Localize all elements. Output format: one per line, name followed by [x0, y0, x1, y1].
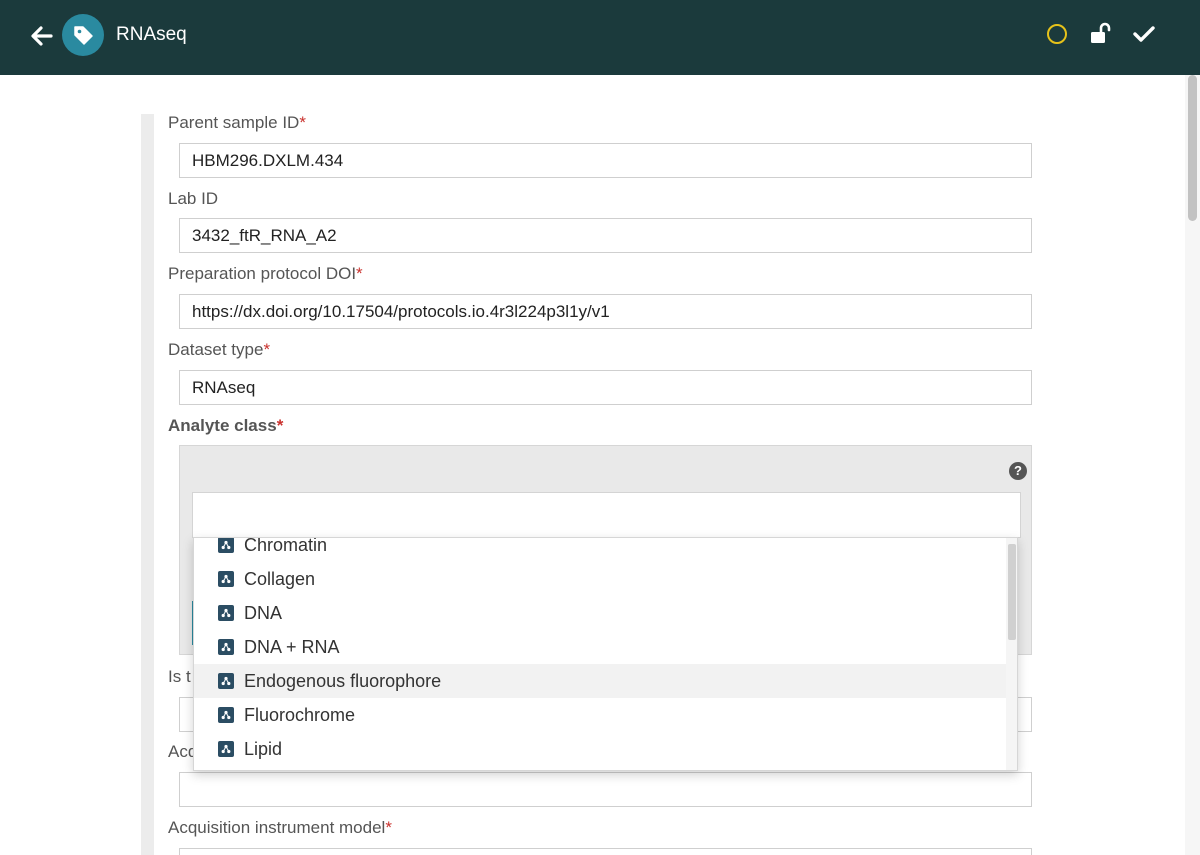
entity-type-badge — [62, 14, 104, 56]
analyte-class-option-list: Chromatin Collagen DNA DNA + RNA Endogenous … — [194, 537, 1006, 766]
analyte-class-option-label: DNA + RNA — [244, 636, 340, 657]
top-bar: RNAseq — [0, 0, 1200, 75]
question-circle-icon[interactable]: ? — [1009, 462, 1027, 480]
molecule-icon — [218, 605, 234, 621]
save-button[interactable] — [1131, 21, 1157, 47]
unlock-icon — [1091, 22, 1111, 43]
analyte-class-option[interactable]: Lipid — [194, 732, 1006, 766]
analyte-class-option[interactable]: Fluorochrome — [194, 698, 1006, 732]
analyte-class-search-input[interactable] — [192, 492, 1021, 538]
lab-id-input[interactable] — [179, 218, 1032, 253]
lab-id-label: Lab ID — [168, 189, 219, 208]
form-left-rail — [141, 114, 154, 855]
required-mark: * — [263, 340, 271, 359]
dataset-type-label: Dataset type* — [168, 340, 271, 359]
required-mark: * — [385, 818, 392, 837]
check-icon — [1133, 26, 1155, 42]
dropdown-scrollbar-thumb[interactable] — [1008, 544, 1016, 640]
analyte-class-option-label: Chromatin — [244, 537, 328, 555]
page-scrollbar-thumb[interactable] — [1188, 75, 1197, 221]
required-mark: * — [356, 264, 363, 283]
required-mark: * — [276, 416, 284, 435]
arrow-left-icon — [31, 26, 53, 46]
analyte-class-option-label: Fluorochrome — [244, 704, 356, 725]
analyte-class-option[interactable]: Endogenous fluorophore — [194, 664, 1006, 698]
dataset-type-input[interactable] — [179, 370, 1032, 405]
molecule-icon — [218, 673, 234, 689]
back-button[interactable] — [28, 22, 56, 50]
analyte-class-label: Analyte class* — [168, 416, 284, 435]
analyte-class-option-label: Endogenous fluorophore — [244, 670, 442, 691]
circle-outline-icon[interactable] — [1047, 24, 1067, 44]
molecule-icon — [218, 707, 234, 723]
analyte-class-option[interactable]: Chromatin — [194, 537, 1006, 562]
tag-icon — [74, 26, 93, 45]
molecule-icon — [218, 639, 234, 655]
page-title: RNAseq — [116, 24, 187, 45]
dropdown-scrollbar[interactable] — [1006, 538, 1017, 770]
molecule-icon — [218, 571, 234, 587]
analyte-class-dropdown[interactable]: Chromatin Collagen DNA DNA + RNA Endogenous … — [193, 537, 1018, 771]
acquisition-field-input[interactable] — [179, 772, 1032, 807]
molecule-icon — [218, 741, 234, 757]
acquisition-instrument-model-label: Acquisition instrument model* — [168, 818, 392, 837]
acquisition-instrument-model-input[interactable] — [179, 848, 1032, 855]
analyte-class-option-label: DNA — [244, 602, 283, 623]
parent-sample-id-input[interactable] — [179, 143, 1032, 178]
unlock-button[interactable] — [1088, 21, 1114, 47]
analyte-class-option[interactable]: DNA — [194, 596, 1006, 630]
page-scrollbar[interactable] — [1185, 75, 1200, 855]
analyte-class-option-label: Lipid — [244, 738, 283, 759]
molecule-icon — [218, 538, 234, 553]
analyte-class-option-label: Collagen — [244, 568, 316, 589]
parent-sample-id-label: Parent sample ID* — [168, 113, 306, 132]
required-mark: * — [299, 113, 306, 132]
partial-field-label: Is t — [168, 667, 191, 686]
preparation-protocol-doi-label: Preparation protocol DOI* — [168, 264, 363, 283]
analyte-class-option[interactable]: Collagen — [194, 562, 1006, 596]
preparation-protocol-doi-input[interactable] — [179, 294, 1032, 329]
analyte-class-option[interactable]: DNA + RNA — [194, 630, 1006, 664]
